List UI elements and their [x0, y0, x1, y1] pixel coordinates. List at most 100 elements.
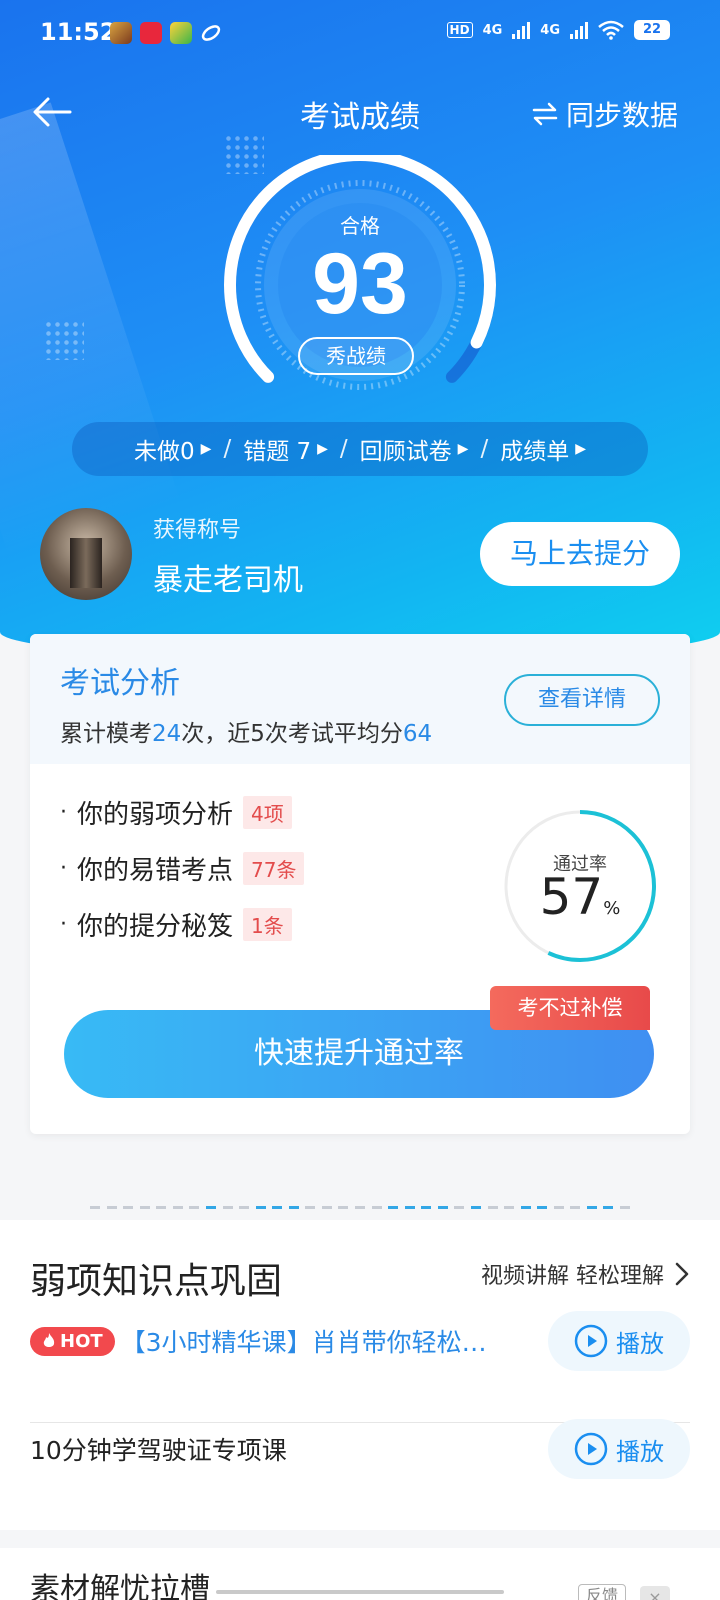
network-4g-1: 4G: [482, 22, 503, 38]
dash-mark: [272, 1206, 283, 1209]
quick-link-score-report[interactable]: 成绩单 ▶: [500, 432, 586, 466]
lesson-item[interactable]: HOT 【3小时精华课】肖肖带你轻松过科目一 播放: [30, 1306, 690, 1376]
dash-mark: [321, 1206, 332, 1209]
news-app-icon: [170, 22, 192, 44]
dash-mark: [586, 1206, 597, 1209]
dash-mark: [305, 1206, 316, 1209]
sync-icon: [532, 102, 558, 126]
dash-mark: [156, 1206, 167, 1209]
pass-rate-ring: 通过率 57%: [500, 806, 660, 966]
bottom-ad-card: 素材解忧拉槽 反馈 ×: [0, 1548, 720, 1600]
play-button[interactable]: 播放: [548, 1419, 690, 1479]
honor-title: 暴走老司机: [153, 563, 303, 598]
hot-badge: HOT: [30, 1326, 115, 1356]
dash-mark: [222, 1206, 233, 1209]
dash-mark: [288, 1206, 299, 1209]
compensation-badge: 考不过补偿: [490, 986, 650, 1030]
dash-mark: [421, 1206, 432, 1209]
dash-mark: [520, 1206, 531, 1209]
dash-mark: [355, 1206, 365, 1209]
play-button[interactable]: 播放: [548, 1311, 690, 1371]
lesson-title: 10分钟学驾驶证专项课: [30, 1436, 287, 1465]
dash-mark: [371, 1206, 382, 1209]
feedback-button[interactable]: 反馈: [578, 1584, 626, 1600]
dash-mark: [189, 1206, 200, 1209]
dash-mark: [487, 1206, 498, 1209]
hd-icon: HD: [446, 22, 473, 38]
quick-link-wrong-questions[interactable]: 错题 7 ▶: [243, 432, 328, 466]
show-score-button[interactable]: 秀战绩: [298, 337, 414, 375]
top-bar: 考试成绩 同步数据: [0, 82, 720, 142]
triangle-right-icon: ▶: [317, 441, 328, 457]
lesson-title: 【3小时精华课】肖肖带你轻松过科目一: [120, 1328, 511, 1357]
exam-score: 93: [312, 236, 408, 332]
dash-mark: [404, 1206, 415, 1209]
game-app-icon: [110, 22, 132, 44]
triangle-right-icon: ▶: [457, 441, 469, 457]
notification-icons: [110, 22, 222, 44]
separator: /: [339, 436, 348, 462]
separator: /: [223, 436, 232, 462]
wifi-icon: [598, 20, 624, 40]
dash-mark: [620, 1206, 630, 1209]
dash-mark: [553, 1206, 564, 1209]
scroll-indicator[interactable]: [216, 1590, 504, 1594]
pass-rate-value: 57%: [539, 868, 621, 926]
dash-mark: [603, 1206, 614, 1209]
separator: /: [480, 436, 489, 462]
analysis-summary: 累计模考24次，近5次考试平均分64: [60, 721, 433, 747]
network-4g-2: 4G: [540, 22, 560, 38]
dash-mark: [504, 1206, 515, 1209]
count-badge: 77条: [243, 851, 305, 885]
play-icon: [574, 1432, 608, 1466]
dash-mark: [338, 1206, 349, 1209]
dash-mark: [172, 1206, 183, 1209]
dash-mark: [205, 1206, 216, 1209]
ad-title: 素材解忧拉槽: [30, 1572, 210, 1600]
dash-mark: [90, 1206, 100, 1209]
signal-icon: [512, 21, 531, 39]
sync-label: 同步数据: [565, 99, 678, 132]
status-time: 11:52: [40, 18, 117, 46]
dash-mark: [537, 1206, 548, 1209]
triangle-right-icon: ▶: [575, 441, 586, 457]
dash-mark: [388, 1206, 399, 1209]
status-right: HD 4G 4G 22: [446, 20, 670, 40]
analysis-header: 考试分析 累计模考24次，近5次考试平均分64 查看详情: [30, 634, 690, 764]
shopping-app-icon: [140, 22, 162, 44]
decorative-dots: [44, 320, 84, 360]
quick-links-bar: 未做0 ▶ / 错题 7 ▶ / 回顾试卷 ▶ / 成绩单 ▶: [72, 422, 648, 476]
sync-data-button[interactable]: 同步数据: [532, 94, 678, 134]
dash-mark: [454, 1206, 465, 1209]
play-icon: [574, 1324, 608, 1358]
dash-mark: [139, 1206, 150, 1209]
honor-label: 获得称号: [153, 518, 242, 543]
score-tips[interactable]: · 你的提分秘笈 1条: [60, 896, 304, 952]
score-gauge: 合格 93 秀战绩: [220, 149, 500, 395]
analysis-items: · 你的弱项分析 4项 · 你的易错考点 77条 · 你的提分秘笈 1条: [60, 784, 305, 952]
section-divider-dashes: [90, 1206, 630, 1210]
dash-mark: [470, 1206, 481, 1209]
dash-mark: [239, 1206, 250, 1209]
dash-mark: [123, 1206, 134, 1209]
avatar: [40, 508, 132, 600]
decorative-shine: [0, 102, 181, 558]
dash-mark: [106, 1206, 117, 1209]
close-icon[interactable]: ×: [640, 1586, 670, 1600]
dash-mark: [570, 1206, 581, 1209]
view-details-button[interactable]: 查看详情: [504, 674, 660, 726]
quick-link-unanswered[interactable]: 未做0 ▶: [134, 432, 211, 466]
lesson-item[interactable]: 10分钟学驾驶证专项课 播放: [30, 1414, 690, 1484]
error-prone-points[interactable]: · 你的易错考点 77条: [60, 840, 305, 896]
count-badge: 1条: [243, 907, 292, 941]
weak-section-title: 弱项知识点巩固: [30, 1261, 283, 1302]
weak-item-analysis[interactable]: · 你的弱项分析 4项: [60, 784, 304, 840]
flame-icon: [43, 1333, 55, 1347]
signal-icon: [570, 21, 588, 39]
link-app-icon: [201, 25, 221, 41]
improve-score-button[interactable]: 马上去提分: [480, 522, 680, 586]
status-bar: 11:52 HD 4G 4G 22: [0, 0, 720, 66]
count-badge: 4项: [243, 795, 292, 829]
quick-link-review-paper[interactable]: 回顾试卷 ▶: [360, 432, 469, 466]
weak-section-more-link[interactable]: 视频讲解 轻松理解: [481, 1258, 690, 1290]
